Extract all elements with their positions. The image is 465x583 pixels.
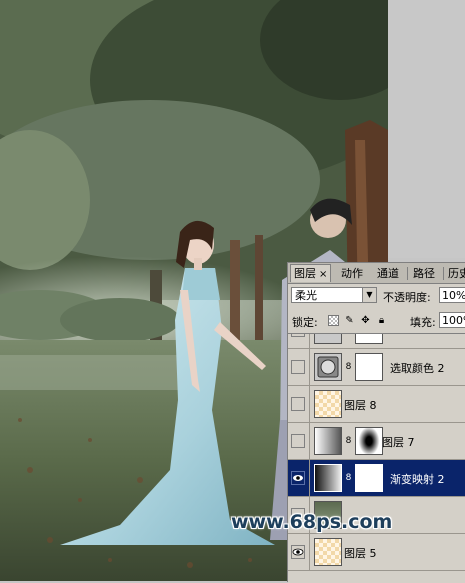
lock-move-icon[interactable]: ✥	[360, 315, 371, 326]
layer-thumbnail	[314, 334, 342, 344]
layer-name: 选取颜色 2	[390, 362, 445, 375]
selective-color-icon	[317, 356, 339, 378]
watermark-text: www.68ps.com	[231, 511, 393, 533]
tab-channels[interactable]: 通道	[374, 265, 402, 282]
layer-mask-thumbnail	[355, 334, 383, 344]
eye-icon	[293, 475, 303, 481]
layer-row-selected[interactable]: 8 渐变映射 2	[288, 460, 465, 497]
layer-row[interactable]: 8 图层 7	[288, 423, 465, 460]
divider	[309, 460, 310, 497]
link-icon: 8	[345, 334, 352, 336]
layer-mask-thumbnail	[355, 464, 383, 492]
visibility-toggle[interactable]	[291, 360, 305, 374]
divider	[309, 334, 310, 349]
layer-name: 图层 5	[344, 547, 377, 560]
layer-name: 渐变映射 2	[390, 473, 445, 486]
lock-label: 锁定:	[292, 316, 318, 329]
layers-panel: 图层 × 动作 通道 路径 历史 柔光 ▼ 不透明度: 10% 锁定: ✎ ✥ 🔒…	[287, 262, 465, 583]
blend-mode-value: 柔光	[295, 289, 317, 302]
layer-thumbnail	[314, 427, 342, 455]
layer-row[interactable]: 8 选取颜色 2	[288, 349, 465, 386]
layer-name: 图层 8	[344, 399, 377, 412]
visibility-toggle[interactable]	[291, 434, 305, 448]
lock-all-icon[interactable]: 🔒︎	[376, 315, 387, 326]
tab-divider	[443, 267, 444, 280]
visibility-toggle[interactable]	[291, 471, 305, 485]
tab-paths[interactable]: 路径	[410, 265, 438, 282]
tab-actions[interactable]: 动作	[338, 265, 366, 282]
tab-layers[interactable]: 图层 ×	[290, 264, 332, 282]
layer-thumbnail	[314, 538, 342, 566]
lock-paint-icon[interactable]: ✎	[344, 315, 355, 326]
adjustment-thumbnail	[314, 464, 342, 492]
panel-tabs: 图层 × 动作 通道 路径 历史	[288, 263, 465, 284]
blend-row: 柔光 ▼ 不透明度: 10%	[288, 285, 465, 307]
dropdown-arrow-icon[interactable]: ▼	[362, 288, 376, 302]
divider	[309, 534, 310, 571]
opacity-label: 不透明度:	[383, 291, 431, 304]
tab-layers-label: 图层	[294, 267, 316, 280]
layer-mask-thumbnail	[355, 427, 383, 455]
divider	[309, 349, 310, 386]
adjustment-thumbnail	[314, 353, 342, 381]
eye-icon	[292, 548, 304, 556]
visibility-toggle[interactable]	[291, 397, 305, 411]
layer-row[interactable]: 8	[288, 334, 465, 349]
lock-transparent-icon[interactable]	[328, 315, 339, 326]
divider	[309, 386, 310, 423]
visibility-toggle[interactable]	[291, 545, 305, 559]
opacity-input[interactable]: 10%	[439, 287, 465, 303]
fill-input[interactable]: 100%	[439, 312, 465, 328]
layer-row[interactable]: 图层 8	[288, 386, 465, 423]
lock-row: 锁定: ✎ ✥ 🔒︎ 填充: 100%	[288, 311, 465, 331]
tab-history[interactable]: 历史	[445, 265, 465, 282]
link-icon: 8	[345, 362, 352, 372]
layer-name: 图层 7	[382, 436, 415, 449]
tab-divider	[407, 267, 408, 280]
link-icon: 8	[345, 473, 352, 483]
visibility-toggle[interactable]	[291, 334, 305, 337]
workspace-background	[388, 0, 465, 258]
close-icon[interactable]: ×	[319, 269, 327, 280]
layer-thumbnail	[314, 390, 342, 418]
divider	[309, 423, 310, 460]
layer-mask-thumbnail	[355, 353, 383, 381]
layer-list: 8 8 选取颜色 2 图层 8 8 图层 7	[288, 333, 465, 583]
layer-row[interactable]: 图层 5	[288, 534, 465, 571]
fill-label: 填充:	[410, 316, 436, 329]
link-icon: 8	[345, 436, 352, 446]
blend-mode-select[interactable]: 柔光 ▼	[291, 287, 377, 303]
